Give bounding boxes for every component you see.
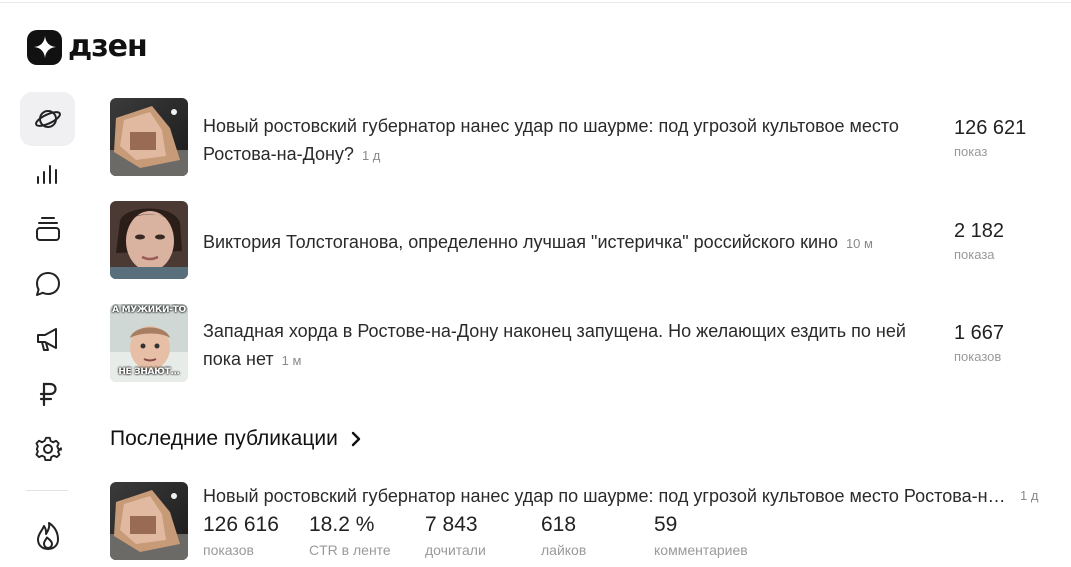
stat-label: дочитали [425, 542, 486, 558]
stat-value: 7 843 [425, 513, 478, 536]
latest-publications-link[interactable]: Последние публикации [110, 425, 362, 453]
latest-publication-item[interactable]: Новый ростовский губернатор нанес удар п… [110, 482, 1060, 560]
stat-label: комментариев [654, 542, 748, 558]
article-age: 1 м [281, 353, 302, 368]
stat-label: показов [203, 542, 254, 558]
stat-value: 18.2 % [309, 513, 375, 536]
gear-icon [34, 436, 62, 462]
stats-bars-icon [36, 165, 57, 184]
top-divider [0, 2, 1071, 3]
sidebar-item-promotion[interactable] [20, 312, 75, 366]
views-metric: 2 182 показа [954, 219, 1064, 263]
stat-views: 126 616 показов [203, 512, 279, 559]
sidebar-item-statistics[interactable] [20, 147, 75, 201]
brand-name: дзен [68, 29, 148, 64]
section-title: Последние публикации [110, 427, 338, 450]
views-metric: 126 621 показ [954, 116, 1064, 160]
dzen-logo[interactable]: дзен [27, 29, 148, 65]
article-thumbnail: А МУЖИКИ-ТО НЕ ЗНАЮТ... [110, 304, 188, 382]
stat-label: CTR в ленте [309, 542, 391, 558]
article-thumbnail [110, 98, 188, 176]
sidebar-item-publications[interactable] [20, 202, 75, 256]
views-count: 126 621 [954, 117, 1027, 139]
stat-value: 59 [654, 513, 678, 536]
article-title[interactable]: Западная хорда в Ростове-на-Дону наконец… [203, 317, 938, 375]
stat-label: лайков [541, 542, 587, 558]
article-title[interactable]: Виктория Толстоганова, определенно лучша… [203, 228, 938, 258]
sidebar-item-comments[interactable] [20, 257, 75, 311]
views-count: 1 667 [954, 322, 1005, 344]
article-title[interactable]: Новый ростовский губернатор нанес удар п… [203, 112, 938, 170]
publications-stack-icon [35, 217, 60, 241]
meme-bottom-text: НЕ ЗНАЮТ... [118, 367, 180, 377]
article-age: 1 д [1020, 488, 1039, 503]
article-title-text: Новый ростовский губернатор нанес удар п… [203, 116, 899, 164]
stat-read-through: 7 843 дочитали [425, 512, 486, 559]
sidebar-divider [26, 490, 68, 491]
sidebar-item-feed[interactable] [20, 92, 75, 146]
views-label: показ [954, 144, 988, 159]
views-count: 2 182 [954, 220, 1005, 242]
views-label: показа [954, 247, 995, 262]
stat-likes: 618 лайков [541, 512, 586, 559]
views-label: показов [954, 349, 1002, 364]
chevron-right-icon [351, 431, 361, 447]
meme-top-text: А МУЖИКИ-ТО [112, 305, 186, 315]
dzen-star-icon [27, 29, 62, 65]
megaphone-icon [36, 328, 57, 351]
ruble-icon [39, 382, 57, 407]
article-age: 10 м [845, 236, 873, 251]
article-title-text: Виктория Толстоганова, определенно лучша… [203, 232, 838, 252]
flame-icon [36, 522, 59, 550]
article-thumbnail [110, 201, 188, 279]
stat-comments: 59 комментариев [654, 512, 748, 559]
views-metric: 1 667 показов [954, 321, 1064, 365]
planet-icon [34, 110, 61, 128]
article-title-text: Западная хорда в Ростове-на-Дону наконец… [203, 321, 906, 369]
sidebar-item-trends[interactable] [20, 509, 75, 563]
article-title[interactable]: Новый ростовский губернатор нанес удар п… [203, 484, 1013, 508]
comments-bubble-icon [35, 272, 60, 296]
stat-ctr: 18.2 % CTR в ленте [309, 512, 391, 559]
sidebar-item-monetization[interactable] [20, 367, 75, 421]
stat-value: 618 [541, 513, 577, 536]
sidebar-item-settings[interactable] [20, 422, 75, 476]
stat-value: 126 616 [203, 513, 279, 536]
article-age: 1 д [361, 148, 381, 163]
article-thumbnail [110, 482, 188, 560]
